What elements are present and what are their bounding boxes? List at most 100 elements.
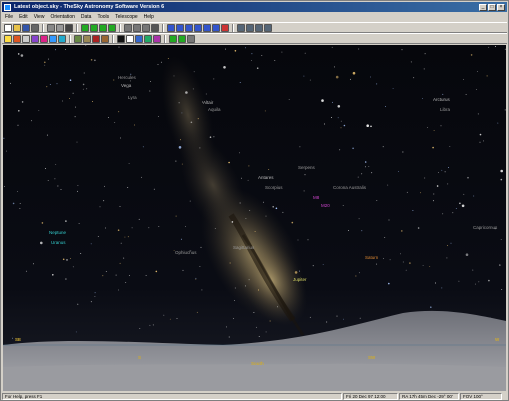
star <box>118 111 120 113</box>
telescope-button[interactable] <box>151 23 159 32</box>
step-back-icon <box>203 23 211 32</box>
sky-object-vega[interactable]: Vega <box>121 83 131 88</box>
chart-button[interactable] <box>117 34 125 43</box>
sky-object-lyra[interactable]: Lyra <box>128 95 137 100</box>
star <box>420 192 422 194</box>
star <box>432 200 434 202</box>
sky-object-capricornus[interactable]: Capricornus <box>473 225 497 230</box>
sky-object-hercules[interactable]: Hercules <box>118 75 136 80</box>
menu-data[interactable]: Data <box>81 14 92 20</box>
ccd-frame-button[interactable] <box>135 34 143 43</box>
star <box>303 75 305 77</box>
sky-object-antares[interactable]: Antares <box>258 175 274 180</box>
time-step-button[interactable] <box>167 23 175 32</box>
sky-object-jupiter[interactable]: Jupiter <box>293 277 307 282</box>
star <box>477 113 479 115</box>
star <box>66 259 68 261</box>
cluster-button[interactable] <box>49 34 57 43</box>
nebula-button[interactable] <box>40 34 48 43</box>
star <box>33 263 34 265</box>
new-file-button[interactable] <box>4 23 12 32</box>
sky-object-serpens[interactable]: Serpens <box>298 165 315 170</box>
sky-object-m20[interactable]: M20 <box>321 203 330 208</box>
minimize-button[interactable]: _ <box>479 3 487 11</box>
menu-tools[interactable]: Tools <box>97 14 109 20</box>
sky-object-libra[interactable]: Libra <box>440 107 450 112</box>
menu-edit[interactable]: Edit <box>19 14 28 20</box>
arrow-right-button[interactable] <box>108 23 116 32</box>
save-button[interactable] <box>22 23 30 32</box>
maximize-button[interactable]: □ <box>488 3 496 11</box>
menu-view[interactable]: View <box>34 14 45 20</box>
sky-object-sagittarius[interactable]: Sagittarius <box>233 245 254 250</box>
cut-button[interactable] <box>47 23 55 32</box>
menu-orientation[interactable]: Orientation <box>50 14 74 20</box>
arrow-down-button[interactable] <box>99 23 107 32</box>
arrow-left-button[interactable] <box>81 23 89 32</box>
menu-bar: File Edit View Orientation Data Tools Telescop… <box>2 13 509 21</box>
arrow-up-button[interactable] <box>90 23 98 32</box>
sky-object-scorpius[interactable]: Scorpius <box>265 185 283 190</box>
sky-object-corona-australis[interactable]: Corona Australis <box>333 185 366 190</box>
label-button[interactable] <box>264 23 272 32</box>
title-bar[interactable]: Latest object.sky - TheSky Astronomy Sof… <box>2 2 507 12</box>
print-button[interactable] <box>31 23 39 32</box>
star <box>459 202 461 205</box>
menu-telescope[interactable]: Telescope <box>115 14 138 20</box>
animate-button[interactable] <box>176 23 184 32</box>
star <box>75 106 77 108</box>
orbit-button[interactable] <box>144 34 152 43</box>
planets-button[interactable] <box>13 34 21 43</box>
zoom-out-button[interactable] <box>133 23 141 32</box>
comet-button[interactable] <box>58 34 66 43</box>
step-back-button[interactable] <box>203 23 211 32</box>
satellite-button[interactable] <box>92 34 100 43</box>
close-button[interactable]: × <box>497 3 505 11</box>
app-icon[interactable] <box>4 3 11 11</box>
sky-object-altair[interactable]: Altair <box>203 100 213 105</box>
sky-object-ophiuchus[interactable]: Ophiuchus <box>175 250 197 255</box>
sky-object-m8[interactable]: M8 <box>313 195 319 200</box>
leaf-button[interactable] <box>169 34 177 43</box>
menu-help[interactable]: Help <box>144 14 154 20</box>
star <box>228 336 230 338</box>
star <box>440 125 442 127</box>
link-button[interactable] <box>187 34 195 43</box>
asteroid-button[interactable] <box>101 34 109 43</box>
eyepiece-button[interactable] <box>126 34 134 43</box>
stop-button[interactable] <box>221 23 229 32</box>
star <box>180 238 182 240</box>
zoom-in-button[interactable] <box>124 23 132 32</box>
star <box>213 136 215 138</box>
sky-object-aquila[interactable]: Aquila <box>208 107 221 112</box>
star <box>44 61 46 64</box>
find-button[interactable] <box>65 23 73 32</box>
stars-button[interactable] <box>4 34 12 43</box>
field-of-view-button[interactable] <box>142 23 150 32</box>
sky-object-arcturus[interactable]: Arcturus <box>433 97 450 102</box>
step-forward-button[interactable] <box>212 23 220 32</box>
star <box>94 296 96 297</box>
star <box>441 169 443 171</box>
star <box>504 109 506 111</box>
open-folder-button[interactable] <box>13 23 21 32</box>
galaxy-button[interactable] <box>31 34 39 43</box>
horizon-button[interactable] <box>237 23 245 32</box>
copy-button[interactable] <box>56 23 64 32</box>
sky-chart[interactable]: Hercules Vega Lyra Altair Aquila Antares Scorp… <box>3 45 506 391</box>
forward-button[interactable] <box>194 23 202 32</box>
star <box>432 146 434 149</box>
constellation-button[interactable] <box>255 23 263 32</box>
sky-object-neptune[interactable]: Neptune <box>49 230 66 235</box>
grid-button[interactable] <box>246 23 254 32</box>
mountain-button[interactable] <box>74 34 82 43</box>
sky-object-uranus[interactable]: Uranus <box>51 240 66 245</box>
menu-file[interactable]: File <box>5 14 13 20</box>
check-button[interactable] <box>178 34 186 43</box>
photo-button[interactable] <box>83 34 91 43</box>
reverse-button[interactable] <box>185 23 193 32</box>
moon-button[interactable] <box>22 34 30 43</box>
observe-button[interactable] <box>153 34 161 43</box>
star <box>185 91 188 94</box>
sky-object-saturn[interactable]: Saturn <box>365 255 378 260</box>
